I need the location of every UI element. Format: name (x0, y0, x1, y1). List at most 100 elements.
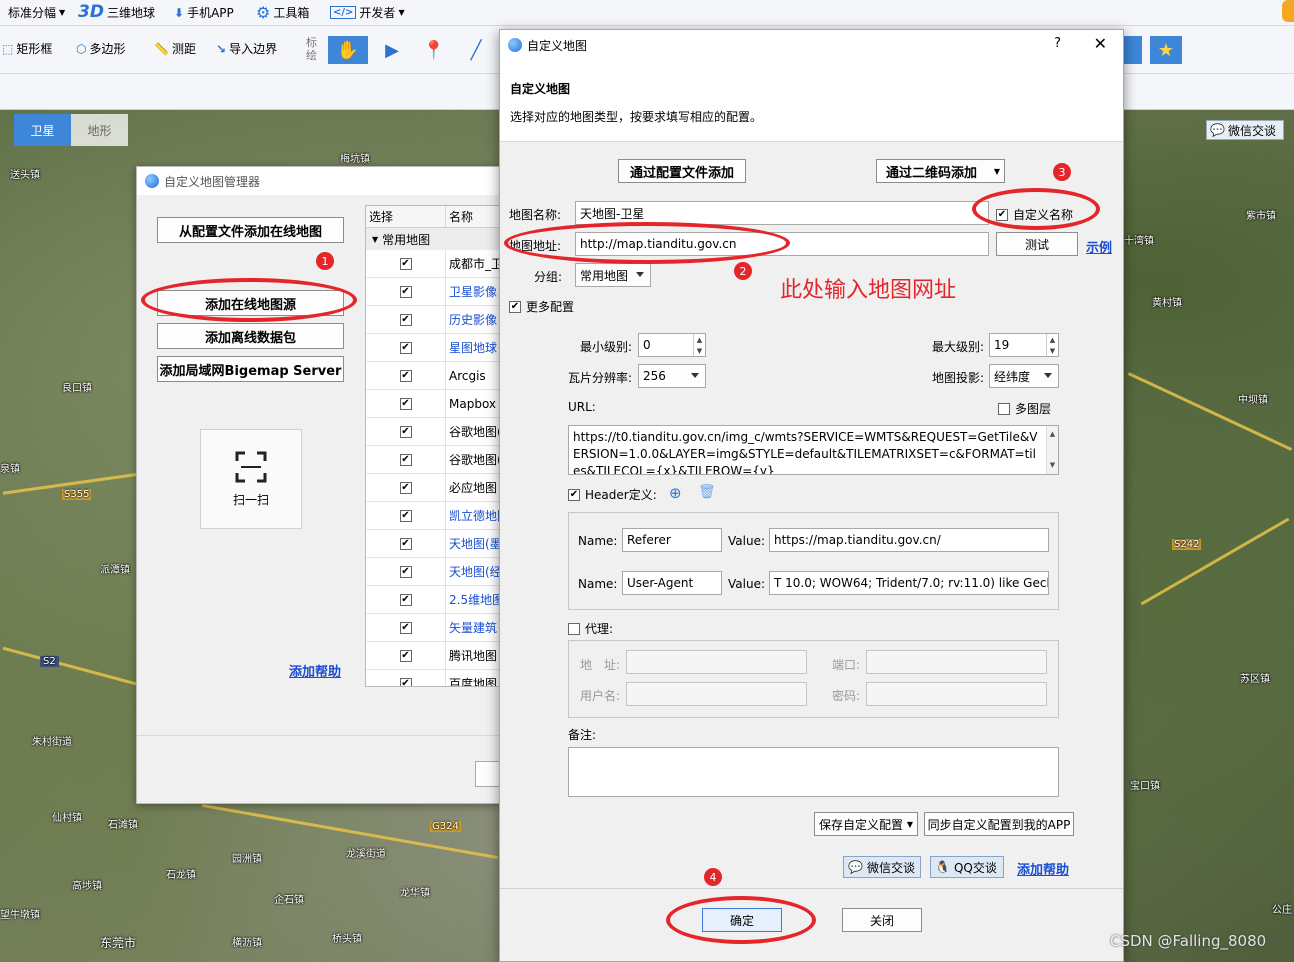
proxy-address-input[interactable] (626, 650, 807, 674)
row-select-cell[interactable]: ✔ (366, 250, 446, 277)
row-select-cell[interactable]: ✔ (366, 670, 446, 686)
scan-qr-box[interactable]: 扫一扫 (200, 429, 302, 529)
example-link[interactable]: 示例 (1086, 237, 1112, 256)
table-row[interactable]: ✔ Mapbox (366, 390, 502, 418)
rectangle-tool[interactable]: ⬚ 矩形框 (2, 40, 52, 57)
header-name-input[interactable]: Referer (622, 528, 722, 552)
notes-textarea[interactable] (568, 747, 1059, 797)
test-button[interactable]: 测试 (996, 232, 1078, 256)
table-row[interactable]: ✔ 谷歌地图( (366, 446, 502, 474)
table-row[interactable]: ✔ 卫星影像 (366, 278, 502, 306)
table-row[interactable]: ✔ 星图地球 (366, 334, 502, 362)
row-select-cell[interactable]: ✔ (366, 586, 446, 613)
annotation-badge-4: 4 (704, 868, 722, 886)
cancel-button[interactable]: 关闭 (842, 908, 922, 932)
sync-config-button[interactable]: 同步自定义配置到我的APP (924, 812, 1074, 836)
manager-help-link[interactable]: 添加帮助 (289, 661, 341, 680)
add-from-config-file-button[interactable]: 从配置文件添加在线地图 (157, 217, 344, 243)
favorite-button[interactable]: ★ (1150, 36, 1182, 64)
textarea-scrollbar[interactable]: ▲ ▼ (1046, 426, 1058, 474)
row-name-cell: 矢量建筑 (449, 621, 498, 635)
toolbox-button[interactable]: ⚙ 工具箱 (256, 3, 309, 22)
header-name-input[interactable]: User-Agent (622, 571, 722, 595)
tile-resolution-label: 瓦片分辨率: (568, 371, 633, 385)
developer-menu[interactable]: </> 开发者 ▼ (330, 4, 405, 21)
row-select-cell[interactable]: ✔ (366, 278, 446, 305)
more-config-checkbox[interactable]: ✔ 更多配置 (509, 298, 574, 315)
add-lan-server-button[interactable]: 添加局域网Bigemap Server (157, 356, 344, 382)
row-select-cell[interactable]: ✔ (366, 614, 446, 641)
group-select[interactable]: 常用地图 (575, 263, 651, 287)
header-value-input[interactable]: T 10.0; WOW64; Trident/7.0; rv:11.0) lik… (769, 571, 1049, 595)
row-select-cell[interactable]: ✔ (366, 530, 446, 557)
tile-resolution-select[interactable]: 256 (638, 364, 706, 388)
proxy-user-input[interactable] (626, 682, 807, 706)
header-value-input[interactable]: https://map.tianditu.gov.cn/ (769, 528, 1049, 552)
table-row[interactable]: ✔ 必应地图 (366, 474, 502, 502)
row-select-cell[interactable]: ✔ (366, 306, 446, 333)
row-select-cell[interactable]: ✔ (366, 334, 446, 361)
wechat-chat-button[interactable]: 💬 微信交谈 (843, 856, 921, 878)
row-select-cell[interactable]: ✔ (366, 362, 446, 389)
measure-tool[interactable]: 📏 测距 (154, 40, 196, 57)
header-define-checkbox[interactable]: ✔ Header定义: (568, 486, 657, 503)
3d-earth-button[interactable]: 3D 三维地球 (78, 2, 155, 22)
map-label: 派潭镇 (100, 565, 130, 576)
table-row[interactable]: ✔ 历史影像 (366, 306, 502, 334)
select-arrow-tool[interactable]: ▶ (372, 36, 412, 64)
qq-chat-button[interactable]: 🐧 QQ交谈 (930, 856, 1004, 878)
add-via-config-file-button[interactable]: 通过配置文件添加 (618, 159, 746, 183)
table-group-row[interactable]: ▼ 常用地图 (366, 228, 502, 250)
mobile-app-button[interactable]: ⬇ 手机APP (174, 4, 234, 21)
proxy-checkbox[interactable]: 代理: (568, 620, 613, 637)
delete-header-icon[interactable]: 🗑 (698, 484, 716, 500)
projection-select[interactable]: 经纬度 (989, 364, 1059, 388)
row-select-cell[interactable]: ✔ (366, 558, 446, 585)
table-row[interactable]: ✔ 成都市_卫 (366, 250, 502, 278)
multi-layer-checkbox[interactable]: 多图层 (998, 400, 1051, 417)
table-row[interactable]: ✔ 天地图(墨 (366, 530, 502, 558)
dialog-help-link[interactable]: 添加帮助 (1017, 859, 1069, 878)
notification-icon[interactable] (1282, 0, 1294, 22)
map-label: 泉镇 (0, 464, 20, 475)
row-select-cell[interactable]: ✔ (366, 446, 446, 473)
map-label: 朱村街道 (32, 737, 72, 748)
add-offline-package-button[interactable]: 添加离线数据包 (157, 323, 344, 349)
table-row[interactable]: ✔ 百度地图 (366, 670, 502, 686)
marker-tool[interactable]: 📍 (414, 36, 454, 64)
table-row[interactable]: ✔ 矢量建筑 (366, 614, 502, 642)
max-level-spinner[interactable]: 19 ▲ ▼ (989, 333, 1059, 357)
toolbar-right-button[interactable] (1124, 36, 1142, 64)
proxy-password-input[interactable] (866, 682, 1047, 706)
tool-label: 测距 (171, 42, 196, 56)
table-row[interactable]: ✔ 天地图(经 (366, 558, 502, 586)
save-config-button[interactable]: 保存自定义配置 ▼ (814, 812, 918, 836)
line-tool[interactable]: ╱ (456, 36, 496, 64)
close-button[interactable]: ✕ (1094, 34, 1107, 53)
tab-terrain[interactable]: 地形 (71, 114, 128, 146)
add-via-qr-button[interactable]: 通过二维码添加 ▼ (876, 159, 1005, 183)
tab-satellite[interactable]: 卫星 (14, 114, 71, 146)
table-row[interactable]: ✔ Arcgis (366, 362, 502, 390)
row-select-cell[interactable]: ✔ (366, 642, 446, 669)
polygon-tool[interactable]: ⬡ 多边形 (76, 40, 126, 57)
table-row[interactable]: ✔ 谷歌地图( (366, 418, 502, 446)
row-select-cell[interactable]: ✔ (366, 418, 446, 445)
standard-sheet-menu[interactable]: 标准分幅 ▼ (8, 4, 65, 21)
row-select-cell[interactable]: ✔ (366, 474, 446, 501)
help-button[interactable]: ? (1054, 36, 1061, 51)
table-row[interactable]: ✔ 腾讯地图 (366, 642, 502, 670)
row-select-cell[interactable]: ✔ (366, 502, 446, 529)
table-row[interactable]: ✔ 凯立德地图 (366, 502, 502, 530)
url-textarea[interactable]: https://t0.tianditu.gov.cn/img_c/wmts?SE… (568, 425, 1059, 475)
proxy-port-input[interactable] (866, 650, 1047, 674)
add-header-icon[interactable]: ⊕ (669, 484, 682, 502)
row-select-cell[interactable]: ✔ (366, 390, 446, 417)
min-level-spinner[interactable]: 0 ▲ ▼ (638, 333, 706, 357)
wechat-chat-button-top[interactable]: 💬 微信交谈 (1206, 120, 1284, 140)
import-boundary-tool[interactable]: ↘ 导入边界 (216, 40, 277, 57)
pan-hand-tool[interactable]: ✋ (328, 36, 368, 64)
notes-label: 备注: (568, 728, 597, 742)
table-row[interactable]: ✔ 2.5维地图 (366, 586, 502, 614)
projection-value: 经纬度 (994, 369, 1031, 384)
